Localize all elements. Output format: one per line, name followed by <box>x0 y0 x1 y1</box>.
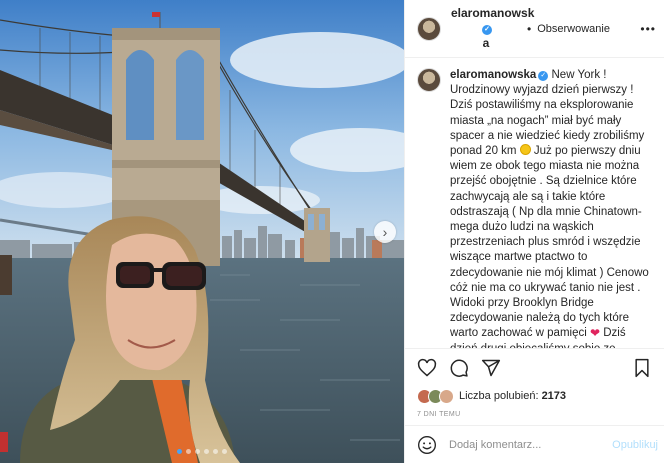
action-icons-row <box>417 357 652 379</box>
post-actions: Liczba polubień: 2173 7 DNI TEMU <box>405 348 664 418</box>
comment-input[interactable] <box>449 438 599 451</box>
carousel-dot <box>222 449 227 454</box>
caption-section: elaromanowska ✓ New York ! Urodzinowy wyj… <box>405 58 664 348</box>
caption-text-part2: Już po pierwszy dniu wiem ze obok tego m… <box>450 145 649 340</box>
caption-verified-badge-icon: ✓ <box>538 71 549 81</box>
more-options-icon[interactable]: ••• <box>640 22 656 36</box>
speech-bubble-icon[interactable] <box>449 358 469 378</box>
carousel-dot <box>177 449 182 454</box>
post-caption: elaromanowska ✓ New York ! Urodzinowy wyj… <box>450 68 654 348</box>
post-photo[interactable]: › <box>0 0 404 463</box>
likes-label: Liczba polubień: <box>459 390 542 402</box>
liker-avatars[interactable] <box>417 388 454 404</box>
header-separator: • <box>527 21 532 36</box>
username-line2: a <box>482 36 490 50</box>
carousel-dots <box>0 449 404 454</box>
carousel-dot <box>195 449 200 454</box>
likes-count[interactable]: Liczba polubień: 2173 <box>459 390 566 402</box>
carousel-next-button[interactable]: › <box>374 221 396 243</box>
smiley-icon[interactable] <box>417 435 437 455</box>
heart-outline-icon[interactable] <box>417 358 437 378</box>
comment-box: Opublikuj <box>405 425 664 463</box>
paper-plane-icon[interactable] <box>481 358 501 378</box>
carousel-dot <box>213 449 218 454</box>
post-timestamp[interactable]: 7 DNI TEMU <box>417 411 652 418</box>
post-header: elaromanowsk ✓ a • Obserwowanie ••• <box>405 0 664 58</box>
publish-button[interactable]: Opublikuj <box>612 439 658 451</box>
author-username[interactable]: elaromanowsk ✓ a <box>451 6 534 51</box>
author-avatar[interactable] <box>417 16 441 41</box>
username-line1: elaromanowsk <box>451 6 535 20</box>
brooklyn-bridge-selfie-image <box>0 0 404 463</box>
post-details-panel: elaromanowsk ✓ a • Obserwowanie ••• elaro… <box>404 0 664 463</box>
liker-avatar <box>439 388 454 404</box>
verified-badge-icon: ✓ <box>482 25 492 35</box>
caption-text-part1: New York ! Urodzinowy wyjazd dzień pierw… <box>450 69 645 158</box>
red-heart-emoji-icon: ❤ <box>589 326 601 341</box>
laughing-emoji-icon <box>519 144 531 156</box>
likes-number: 2173 <box>541 390 567 402</box>
carousel-dot <box>204 449 209 454</box>
likes-row: Liczba polubień: 2173 <box>417 387 652 405</box>
caption-author-avatar[interactable] <box>417 68 441 92</box>
carousel-dot <box>186 449 191 454</box>
bookmark-icon[interactable] <box>632 358 652 378</box>
caption-username[interactable]: elaromanowska <box>450 69 536 81</box>
chevron-right-icon: › <box>382 224 388 240</box>
following-button[interactable]: Obserwowanie <box>537 23 610 35</box>
